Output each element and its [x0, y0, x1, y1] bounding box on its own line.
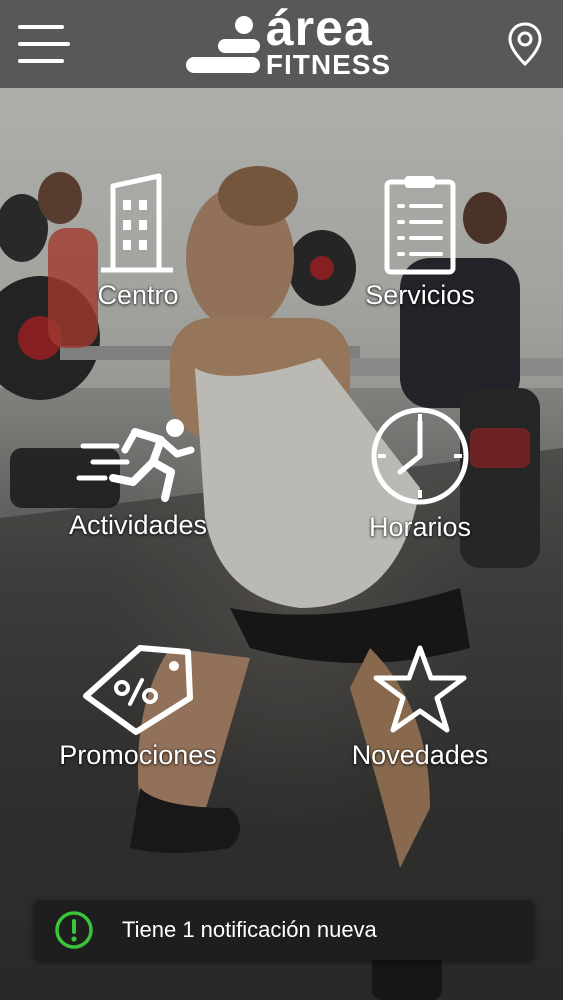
- menu-item-label: Horarios: [368, 512, 472, 542]
- menu-item-label: Novedades: [351, 740, 489, 770]
- menu-item-horarios[interactable]: Horarios: [310, 404, 530, 543]
- clipboard-list-icon: [384, 176, 456, 275]
- alert-icon: [55, 911, 93, 949]
- menu-item-label: Promociones: [59, 740, 217, 770]
- menu-item-label: Centro: [97, 280, 179, 310]
- star-icon: [373, 645, 467, 733]
- notification-text: Tiene 1 notificación nueva: [122, 917, 377, 942]
- menu-item-servicios[interactable]: Servicios: [310, 172, 530, 311]
- menu-item-label: Servicios: [365, 280, 475, 310]
- app-header: área FITNESS: [0, 0, 563, 88]
- menu-item-actividades[interactable]: Actividades: [28, 410, 248, 541]
- running-person-icon: [76, 419, 195, 502]
- notification-banner[interactable]: Tiene 1 notificación nueva: [34, 900, 534, 960]
- building-icon: [101, 173, 173, 273]
- menu-item-centro[interactable]: Centro: [28, 172, 248, 311]
- menu-item-promociones[interactable]: Promociones: [28, 640, 248, 771]
- hamburger-menu-icon[interactable]: [18, 21, 70, 67]
- brand-logo[interactable]: área FITNESS: [184, 3, 392, 80]
- logo-mark-icon: [185, 16, 260, 73]
- discount-tag-icon: [83, 645, 193, 735]
- logo-word-fitness: FITNESS: [265, 49, 392, 80]
- clock-icon: [371, 407, 469, 505]
- map-pin-icon[interactable]: [505, 21, 545, 67]
- logo-word-area: área: [265, 0, 373, 56]
- menu-item-label: Actividades: [68, 510, 208, 540]
- menu-item-novedades[interactable]: Novedades: [310, 644, 530, 771]
